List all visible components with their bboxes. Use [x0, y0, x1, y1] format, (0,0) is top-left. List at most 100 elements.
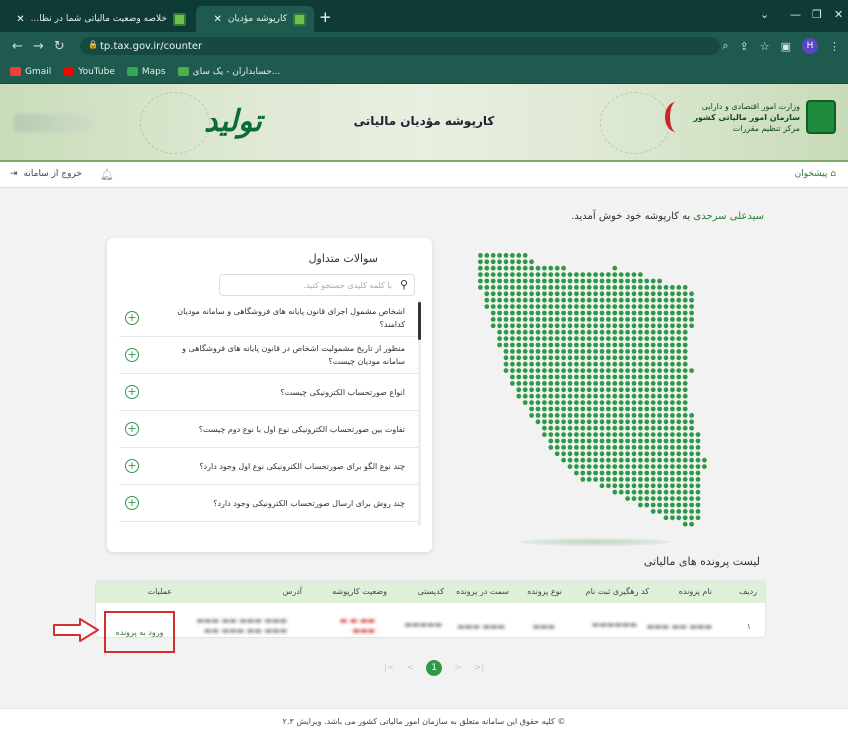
- browser-tab-bar: خلاصه وضعیت مالیاتی شما در نظا... ✕ کارپ…: [0, 0, 848, 32]
- site-favicon-icon: [173, 12, 186, 26]
- bookmarks-bar: Gmail YouTube Maps حسابداران - یک سای...: [0, 60, 848, 84]
- faq-item[interactable]: + اشخاص مشمول اجرای قانون پایانه های فروش…: [119, 300, 419, 337]
- prev-page-icon[interactable]: <: [407, 663, 415, 673]
- tab-title: خلاصه وضعیت مالیاتی شما در نظا...: [30, 14, 167, 24]
- sub-nav: خروج از سامانه ⇥ 🔔︎ ⌂ پیشخوان: [0, 162, 848, 188]
- close-tab-icon[interactable]: ✕: [16, 14, 24, 25]
- faq-question: چند نوع الگو برای صورتحساب الکترونیکی نو…: [199, 461, 405, 471]
- faq-item[interactable]: + منظور از تاریخ مشمولیت اشخاص در قانون پ…: [119, 337, 419, 374]
- col-role: سمت در پرونده: [456, 587, 509, 596]
- col-status: وضعیت کارپوشه: [332, 587, 387, 596]
- address-bar-row: ← → ↻ 🔒 tp.tax.gov.ir/counter ⌕ ⇪ ☆ ▣ H …: [0, 32, 848, 60]
- tax-emblem-icon: [806, 100, 836, 134]
- faq-question: انواع صورتحساب الکترونیکی چیست؟: [280, 387, 405, 397]
- col-postal-code: کدپستی: [417, 587, 444, 596]
- enter-file-button[interactable]: ورود به پرونده: [104, 611, 175, 653]
- faq-question: اشخاص مشمول اجرای قانون پایانه های فروشگ…: [177, 307, 405, 329]
- expand-plus-icon[interactable]: +: [125, 496, 139, 510]
- gmail-icon: [10, 67, 21, 76]
- tab-title: کارپوشه مؤدیان: [227, 14, 287, 24]
- user-name: سیدعلی سرحدی: [693, 211, 764, 222]
- zoom-icon[interactable]: ⌕: [722, 39, 728, 53]
- bookmark-gmail[interactable]: Gmail: [10, 67, 51, 77]
- faq-question: منظور از تاریخ مشمولیت اشخاص در قانون پا…: [182, 344, 405, 366]
- dashboard-link[interactable]: ⌂ پیشخوان: [795, 169, 836, 179]
- row-postal-redacted: ▬▬▬▬▬: [404, 620, 442, 629]
- maps-icon: [126, 67, 138, 76]
- col-index: ردیف: [739, 587, 757, 596]
- table-header: ردیف نام پرونده کد رهگیری ثبت نام نوع پر…: [96, 581, 765, 603]
- url-text: tp.tax.gov.ir/counter: [100, 40, 203, 52]
- footer: © کلیه حقوق این سامانه متعلق به سازمان ا…: [0, 708, 848, 734]
- faq-item[interactable]: + تفاوت بین صورتحساب الکترونیکی نوع اول ب…: [119, 411, 419, 448]
- first-page-icon[interactable]: |<: [384, 663, 395, 673]
- org-logo: وزارت امور اقتصادی و دارایی سازمان امور …: [665, 100, 836, 134]
- expand-plus-icon[interactable]: +: [125, 385, 139, 399]
- menu-icon[interactable]: ⋮: [829, 40, 840, 53]
- reload-icon[interactable]: ↻: [54, 39, 65, 54]
- red-arrow-icon: [53, 618, 99, 642]
- search-icon: ⚲: [399, 278, 408, 291]
- row-file-name-redacted: ▬▬▬ ▬▬ ▬▬▬: [646, 622, 712, 631]
- next-page-icon[interactable]: >: [454, 663, 462, 673]
- home-icon: ⌂: [830, 169, 836, 179]
- close-window-icon[interactable]: ✕: [834, 8, 843, 21]
- expand-plus-icon[interactable]: +: [125, 348, 139, 362]
- site-bookmark-icon: [177, 67, 189, 76]
- site-header: تولید کارپوشه مؤدیان مالیاتی وزارت امور …: [0, 84, 848, 162]
- faq-card: سوالات متداول ⚲ با کلمه کلیدی جستجو کنید…: [107, 238, 432, 552]
- faq-item[interactable]: + چند نوع الگو برای صورتحساب الکترونیکی ن…: [119, 448, 419, 485]
- bookmark-accountants[interactable]: حسابداران - یک سای...: [177, 67, 280, 77]
- flag-swoosh-icon: [665, 102, 687, 132]
- site-favicon-icon: [293, 12, 306, 26]
- bell-icon[interactable]: 🔔︎: [100, 168, 114, 181]
- forward-icon[interactable]: →: [33, 39, 44, 54]
- col-address: آدرس: [282, 587, 302, 596]
- bookmark-star-icon[interactable]: ☆: [760, 40, 770, 53]
- files-table: ردیف نام پرونده کد رهگیری ثبت نام نوع پر…: [95, 580, 766, 638]
- col-file-type: نوع پرونده: [527, 587, 562, 596]
- row-tracking-redacted: ▬▬▬▬▬▬: [591, 620, 637, 629]
- iran-dotted-map: [478, 253, 707, 527]
- url-field[interactable]: 🔒 tp.tax.gov.ir/counter: [80, 37, 720, 55]
- expand-plus-icon[interactable]: +: [125, 422, 139, 436]
- close-tab-icon[interactable]: ✕: [214, 14, 222, 25]
- share-icon[interactable]: ⇪: [740, 40, 749, 53]
- pagination: |< < 1 > >|: [384, 660, 484, 676]
- browser-tab-karpousheh[interactable]: کارپوشه مؤدیان ✕: [196, 6, 314, 32]
- minimize-icon[interactable]: —: [790, 8, 801, 21]
- files-list-title: لیست پرونده های مالیاتی: [643, 555, 760, 568]
- page-current[interactable]: 1: [426, 660, 443, 676]
- table-row: ۱ ▬▬▬ ▬▬ ▬▬▬ ▬▬▬▬▬▬ ▬▬▬ ▬▬▬ ▬▬▬ ▬▬▬▬▬ ▬▬…: [96, 603, 765, 637]
- row-index: ۱: [746, 622, 751, 631]
- faq-list: + اشخاص مشمول اجرای قانون پایانه های فروش…: [119, 300, 419, 532]
- faq-question: چند روش برای ارسال صورتحساب الکترونیکی و…: [213, 498, 405, 508]
- back-icon[interactable]: ←: [12, 39, 23, 54]
- faq-search-input[interactable]: ⚲ با کلمه کلیدی جستجو کنید.: [219, 274, 415, 296]
- faq-question: تفاوت بین صورتحساب الکترونیکی نوع اول با…: [198, 424, 405, 434]
- browser-tab-summary[interactable]: خلاصه وضعیت مالیاتی شما در نظا... ✕: [6, 6, 194, 32]
- expand-plus-icon[interactable]: +: [125, 311, 139, 325]
- last-page-icon[interactable]: >|: [474, 663, 485, 673]
- faq-item[interactable]: + چند روش برای ارسال صورتحساب الکترونیکی …: [119, 485, 419, 522]
- welcome-message: سیدعلی سرحدی به کارپوشه خود خوش آمدید.: [571, 211, 764, 222]
- col-actions: عملیات: [147, 587, 172, 596]
- profile-avatar[interactable]: H: [802, 38, 818, 54]
- faq-scroll-thumb[interactable]: [418, 302, 421, 340]
- expand-plus-icon[interactable]: +: [125, 459, 139, 473]
- restore-icon[interactable]: ❐: [812, 8, 822, 21]
- bookmark-youtube[interactable]: YouTube: [63, 67, 115, 77]
- map-shadow: [520, 538, 670, 546]
- faq-item[interactable]: + انواع صورتحساب الکترونیکی چیست؟: [119, 374, 419, 411]
- row-type-redacted: ▬▬▬: [532, 622, 555, 631]
- logout-link[interactable]: خروج از سامانه ⇥: [10, 169, 82, 179]
- row-address-redacted: ▬▬▬ ▬▬▬ ▬▬ ▬▬▬ ▬▬▬ ▬▬ ▬▬▬ ▬▬: [196, 616, 287, 635]
- youtube-icon: [63, 67, 75, 76]
- new-tab-icon[interactable]: +: [319, 8, 332, 26]
- bookmark-maps[interactable]: Maps: [126, 67, 166, 77]
- faq-title: سوالات متداول: [308, 252, 378, 265]
- lock-icon: 🔒: [88, 40, 98, 49]
- logout-icon: ⇥: [10, 169, 18, 179]
- tab-search-icon[interactable]: ⌄: [760, 8, 769, 21]
- sidepanel-icon[interactable]: ▣: [781, 40, 791, 53]
